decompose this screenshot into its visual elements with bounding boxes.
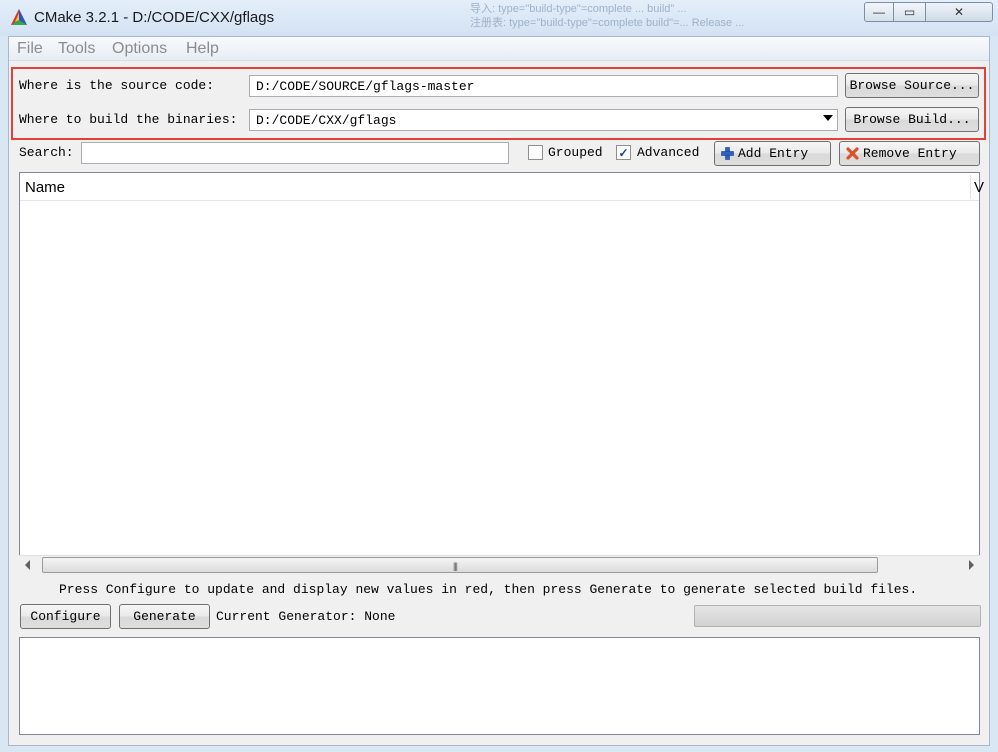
paths-highlight-box: Where is the source code: D:/CODE/SOURCE… bbox=[11, 67, 986, 140]
add-entry-button[interactable]: Add Entry bbox=[714, 141, 831, 166]
minimize-icon: — bbox=[873, 5, 885, 19]
background-window-text: 导入: type="build-type"=complete ... build… bbox=[470, 3, 745, 29]
scroll-right-icon[interactable] bbox=[969, 560, 974, 570]
cmake-logo-icon bbox=[11, 9, 27, 25]
column-header-value[interactable]: V bbox=[974, 179, 984, 196]
scroll-thumb[interactable]: ||| bbox=[42, 557, 878, 573]
build-path-value: D:/CODE/CXX/gflags bbox=[256, 112, 397, 128]
maximize-icon: ▭ bbox=[903, 5, 916, 19]
menu-tools[interactable]: Tools bbox=[58, 40, 95, 58]
build-label: Where to build the binaries: bbox=[19, 112, 238, 127]
maximize-button[interactable]: ▭ bbox=[893, 2, 926, 22]
advanced-checkbox[interactable]: ✓ bbox=[616, 145, 631, 160]
horizontal-scrollbar[interactable]: ||| bbox=[19, 555, 980, 574]
build-path-combobox[interactable]: D:/CODE/CXX/gflags bbox=[249, 109, 838, 131]
remove-entry-label: Remove Entry bbox=[863, 146, 957, 161]
search-label: Search: bbox=[19, 145, 74, 160]
remove-entry-button[interactable]: Remove Entry bbox=[839, 141, 980, 166]
column-divider[interactable] bbox=[970, 175, 971, 199]
main-window: File Tools Options Help Where is the sou… bbox=[8, 36, 990, 746]
menu-options[interactable]: Options bbox=[112, 40, 167, 58]
progress-bar bbox=[694, 605, 981, 627]
plus-icon bbox=[721, 147, 734, 160]
scroll-left-icon[interactable] bbox=[25, 560, 30, 570]
source-path-value: D:/CODE/SOURCE/gflags-master bbox=[256, 78, 475, 94]
grouped-label: Grouped bbox=[548, 145, 603, 160]
current-generator-label: Current Generator: None bbox=[216, 609, 396, 624]
add-entry-label: Add Entry bbox=[738, 146, 809, 161]
search-input[interactable] bbox=[81, 142, 509, 164]
advanced-label: Advanced bbox=[637, 145, 700, 160]
configure-label: Configure bbox=[30, 609, 101, 624]
status-message: Press Configure to update and display ne… bbox=[59, 582, 918, 597]
configure-button[interactable]: Configure bbox=[20, 604, 111, 629]
browse-build-label: Browse Build... bbox=[853, 112, 971, 127]
source-label: Where is the source code: bbox=[19, 78, 215, 93]
generate-button[interactable]: Generate bbox=[119, 604, 210, 629]
cache-table[interactable]: Name V bbox=[19, 172, 984, 574]
browse-source-button[interactable]: Browse Source... bbox=[845, 73, 979, 98]
grip-icon: ||| bbox=[453, 561, 458, 571]
column-header-name[interactable]: Name bbox=[25, 179, 65, 196]
minimize-button[interactable]: — bbox=[864, 2, 894, 22]
close-icon: ✕ bbox=[953, 5, 965, 19]
output-log[interactable] bbox=[19, 637, 980, 735]
browse-build-button[interactable]: Browse Build... bbox=[845, 107, 979, 132]
menu-bar: File Tools Options Help bbox=[9, 37, 989, 61]
close-button[interactable]: ✕ bbox=[925, 2, 993, 22]
remove-x-icon bbox=[846, 147, 859, 160]
generate-label: Generate bbox=[133, 609, 196, 624]
chevron-down-icon[interactable] bbox=[823, 115, 833, 121]
menu-file[interactable]: File bbox=[17, 40, 43, 58]
browse-source-label: Browse Source... bbox=[849, 78, 975, 93]
source-path-input[interactable]: D:/CODE/SOURCE/gflags-master bbox=[249, 75, 838, 97]
menu-help[interactable]: Help bbox=[186, 40, 219, 58]
checkmark-icon: ✓ bbox=[618, 145, 629, 160]
title-bar: CMake 3.2.1 - D:/CODE/CXX/gflags 导入: typ… bbox=[0, 0, 998, 36]
grouped-checkbox[interactable] bbox=[528, 145, 543, 160]
window-title: CMake 3.2.1 - D:/CODE/CXX/gflags bbox=[34, 9, 275, 26]
table-header: Name V bbox=[20, 173, 984, 201]
